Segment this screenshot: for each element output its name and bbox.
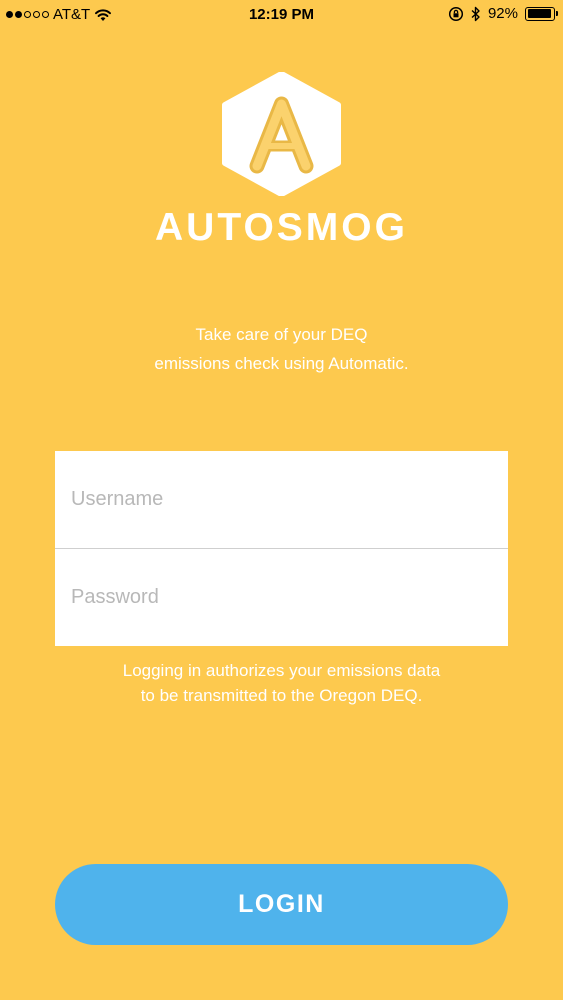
brand-name: AUTOSMOG bbox=[155, 206, 408, 249]
password-input[interactable] bbox=[69, 584, 508, 610]
bluetooth-icon bbox=[471, 6, 480, 21]
status-bar: AT&T 12:19 PM 92% bbox=[0, 0, 563, 30]
status-right: 92% bbox=[448, 5, 558, 22]
autosmog-logo-icon: A bbox=[222, 72, 341, 196]
username-field-container bbox=[55, 451, 508, 548]
username-input[interactable] bbox=[69, 487, 508, 512]
orientation-lock-icon bbox=[448, 6, 464, 21]
battery-icon bbox=[525, 6, 558, 21]
battery-percent: 92% bbox=[487, 5, 518, 22]
password-field-container bbox=[55, 548, 508, 645]
login-button[interactable]: LOGIN bbox=[55, 864, 508, 945]
battery-fill bbox=[527, 9, 551, 18]
login-disclaimer: Logging in authorizes your emissions dat… bbox=[0, 658, 563, 708]
login-form bbox=[55, 451, 508, 646]
disclaimer-line1: Logging in authorizes your emissions dat… bbox=[122, 661, 441, 680]
disclaimer-line2: to be transmitted to the Oregon DEQ. bbox=[140, 686, 423, 705]
tagline: Take care of your DEQ emissions check us… bbox=[0, 320, 563, 378]
tagline-line2: emissions check using Automatic. bbox=[154, 354, 409, 373]
tagline-line1: Take care of your DEQ bbox=[195, 325, 368, 344]
